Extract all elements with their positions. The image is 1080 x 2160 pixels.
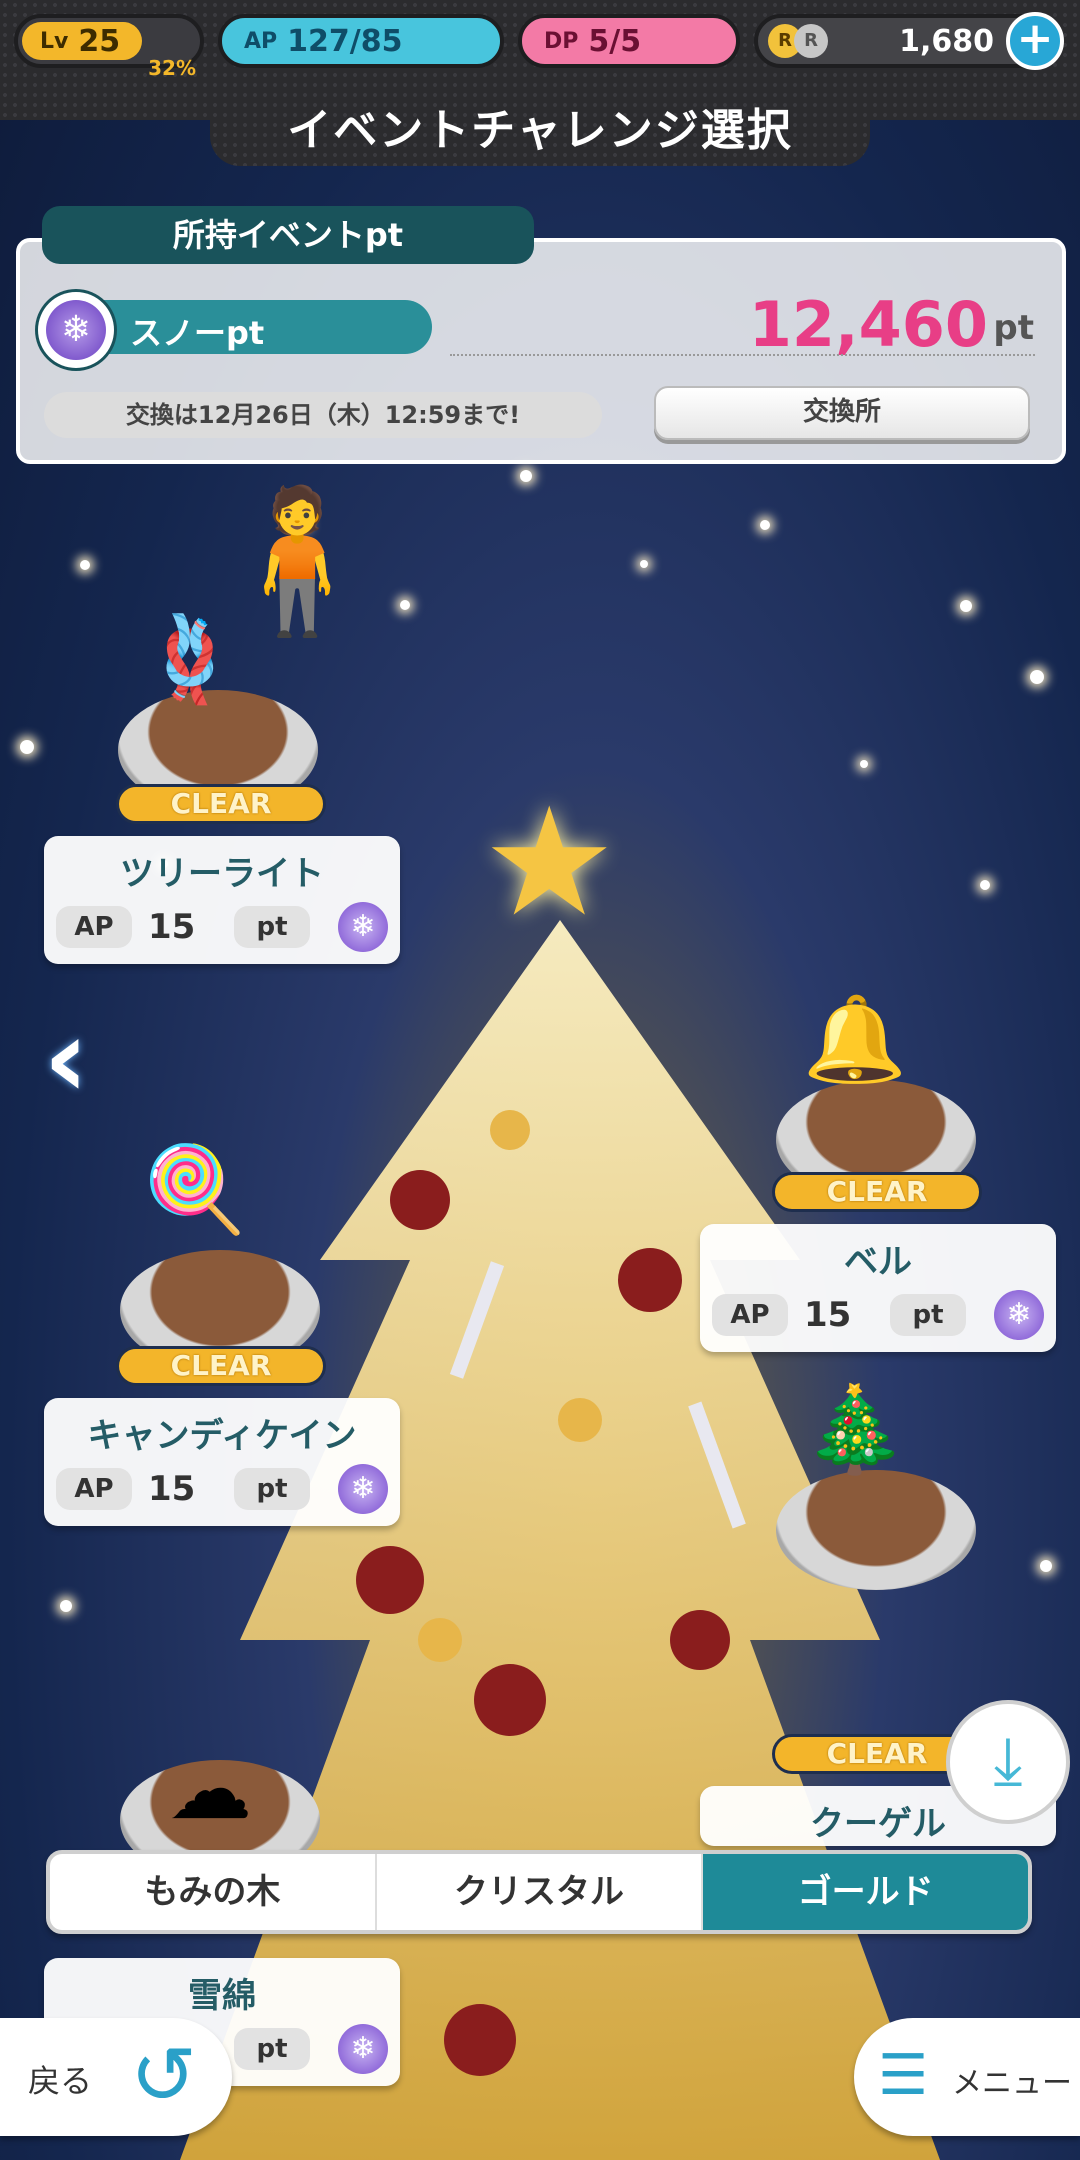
dp-tag: DP [544, 28, 579, 54]
coin-amount: 1,680 [899, 23, 994, 59]
ap-indicator: AP 127/85 [218, 14, 504, 68]
stage-name: 雪綿 [188, 1976, 256, 2016]
point-value: 12,460 [748, 288, 988, 361]
stage-name: ツリーライト [120, 854, 324, 894]
clear-badge: CLEAR [116, 784, 326, 824]
snowflake-icon: ❄ [338, 1464, 388, 1514]
bell-icon: 🔔 [802, 990, 908, 1088]
level-tag: Lv [40, 28, 69, 54]
silver-coin-icon: R [794, 24, 828, 58]
level-value: 25 [78, 23, 121, 59]
menu-button[interactable]: ☰ メニュー [854, 2018, 1080, 2136]
ap-value: 127/85 [287, 23, 403, 59]
download-button[interactable]: ⤓ [946, 1700, 1070, 1824]
pt-label: pt [234, 2028, 310, 2070]
snow-cotton-icon: ☁ [168, 1740, 252, 1838]
level-progress: 32% [148, 56, 196, 80]
page-title: イベントチャレンジ選択 [287, 105, 793, 156]
chevron-left-icon[interactable]: ‹ [26, 1003, 106, 1113]
tab-fir-tree[interactable]: もみの木 [50, 1854, 377, 1930]
exchange-shop-button[interactable]: 交換所 [654, 386, 1030, 440]
pt-label: pt [234, 906, 310, 948]
course-tabs: もみの木 クリスタル ゴールド [46, 1850, 1032, 1934]
ap-cost: 15 [148, 907, 196, 947]
tree-star-icon: ★ [482, 776, 617, 950]
snowflake-icon: ❄ [994, 1290, 1044, 1340]
ap-tag: AP [244, 28, 278, 54]
add-coins-button[interactable]: + [1006, 12, 1064, 70]
points-header: 所持イベントpt [42, 206, 534, 264]
clear-badge: CLEAR [772, 1172, 982, 1212]
ap-cost: 15 [148, 1469, 196, 1509]
dp-value: 5/5 [588, 23, 642, 59]
ap-label: AP [56, 1468, 132, 1510]
candy-cane-icon: 🍭 [142, 1140, 248, 1238]
stage-card[interactable]: キャンディケイン AP 15 pt ❄ [44, 1398, 400, 1526]
tree-light-icon: 🪢 [137, 610, 243, 708]
dp-indicator: DP 5/5 [518, 14, 740, 68]
menu-label: メニュー [952, 2066, 1072, 2101]
coin-indicator: R R 1,680 + [754, 12, 1064, 70]
back-button[interactable]: 戻る ↺ [0, 2018, 232, 2136]
back-label: 戻る [28, 2062, 93, 2100]
level-indicator: Lv 25 32% [14, 14, 204, 80]
pt-label: pt [890, 1294, 966, 1336]
divider [450, 354, 1035, 356]
snowflake-icon: ❄ [338, 902, 388, 952]
pt-label: pt [234, 1468, 310, 1510]
ap-label: AP [712, 1294, 788, 1336]
stage-name: キャンディケイン [87, 1416, 357, 1456]
tab-crystal[interactable]: クリスタル [377, 1854, 704, 1930]
exchange-deadline: 交換は12月26日（木）12:59まで! [44, 392, 602, 438]
point-type-label: スノーpt [130, 314, 265, 352]
snowflake-icon: ❄ [338, 2024, 388, 2074]
download-icon: ⤓ [993, 1722, 1023, 1799]
stage-card[interactable]: ツリーライト AP 15 pt ❄ [44, 836, 400, 964]
point-unit: pt [993, 308, 1034, 348]
stage-name: ベル [844, 1242, 912, 1282]
ap-label: AP [56, 906, 132, 948]
menu-list-icon: ☰ [878, 2043, 929, 2108]
back-arrow-icon: ↺ [130, 2029, 198, 2122]
snowflake-icon: ❄ [38, 292, 114, 368]
tab-gold[interactable]: ゴールド [703, 1854, 1028, 1930]
stage-card[interactable]: ベル AP 15 pt ❄ [700, 1224, 1056, 1352]
clear-badge: CLEAR [116, 1346, 326, 1386]
ornament-icon: 🎄 [802, 1380, 908, 1478]
ap-cost: 15 [804, 1295, 852, 1335]
